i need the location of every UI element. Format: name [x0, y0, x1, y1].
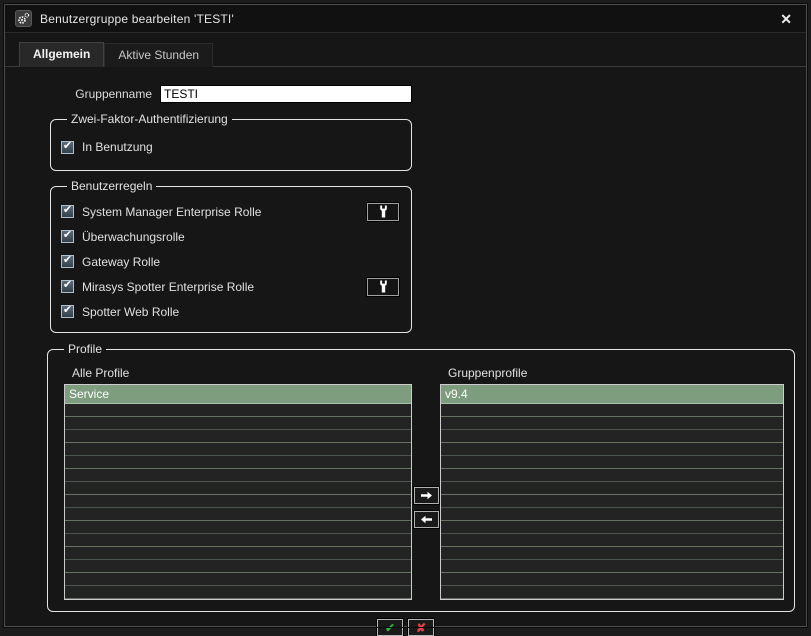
role-checkbox[interactable]: ✔ [61, 255, 74, 268]
role-row: ✔ Überwachungsrolle [61, 224, 401, 249]
in-use-row: ✔ In Benutzung [61, 132, 401, 162]
title-bar: Benutzergruppe bearbeiten 'TESTI' ✕ [5, 5, 806, 33]
arrow-right-icon [420, 491, 433, 500]
dialog-title: Benutzergruppe bearbeiten 'TESTI' [40, 12, 234, 26]
wrench-icon [379, 280, 388, 293]
tab-strip: Allgemein Aktive Stunden [5, 41, 806, 67]
role-row: ✔ System Manager Enterprise Rolle [61, 199, 401, 224]
profiles-body: Alle Profile Service [58, 362, 784, 600]
checkmark-icon: ✔ [63, 280, 72, 291]
cancel-button[interactable]: ✘ [408, 619, 434, 636]
role-label: Überwachungsrolle [82, 230, 185, 244]
edit-user-group-dialog: Benutzergruppe bearbeiten 'TESTI' ✕ Allg… [4, 4, 807, 627]
role-settings-button[interactable] [367, 203, 399, 221]
user-roles-legend: Benutzerregeln [67, 179, 156, 193]
group-name-label: Gruppenname [50, 87, 152, 101]
ok-check-icon: ✔ [385, 622, 395, 634]
role-label: Gateway Rolle [82, 255, 160, 269]
all-profiles-label: Alle Profile [64, 364, 412, 384]
role-row: ✔ Spotter Web Rolle [61, 299, 401, 324]
all-profiles-list[interactable]: Service [64, 384, 412, 600]
profiles-legend: Profile [64, 342, 106, 356]
role-checkbox[interactable]: ✔ [61, 280, 74, 293]
all-profiles-column: Alle Profile Service [64, 364, 412, 600]
checkmark-icon: ✔ [63, 255, 72, 266]
ok-button[interactable]: ✔ [377, 619, 403, 636]
two-factor-legend: Zwei-Faktor-Authentifizierung [67, 112, 232, 126]
role-row: ✔ Gateway Rolle [61, 249, 401, 274]
checkmark-icon: ✔ [63, 205, 72, 216]
group-name-row: Gruppenname [50, 85, 792, 103]
group-profiles-label: Gruppenprofile [440, 364, 784, 384]
group-profiles-list[interactable]: v9.4 [440, 384, 784, 600]
checkmark-icon: ✔ [63, 230, 72, 241]
in-use-label: In Benutzung [82, 140, 153, 154]
checkmark-icon: ✔ [63, 141, 72, 152]
role-checkbox[interactable]: ✔ [61, 305, 74, 318]
tab-aktive-stunden[interactable]: Aktive Stunden [104, 43, 213, 67]
list-item[interactable]: Service [65, 385, 411, 404]
two-factor-fieldset: Zwei-Faktor-Authentifizierung ✔ In Benut… [50, 112, 412, 171]
gears-icon [15, 10, 32, 27]
cancel-x-icon: ✘ [416, 622, 426, 634]
tab-content: Gruppenname Zwei-Faktor-Authentifizierun… [5, 67, 806, 636]
role-row: ✔ Mirasys Spotter Enterprise Rolle [61, 274, 401, 299]
role-label: Spotter Web Rolle [82, 305, 179, 319]
move-left-button[interactable] [414, 511, 439, 528]
role-checkbox[interactable]: ✔ [61, 205, 74, 218]
in-use-checkbox[interactable]: ✔ [61, 141, 74, 154]
list-item[interactable]: v9.4 [441, 385, 783, 404]
empty-list-rows [441, 404, 783, 600]
tab-allgemein[interactable]: Allgemein [19, 42, 104, 67]
wrench-icon [379, 205, 388, 218]
move-buttons [412, 364, 440, 600]
dialog-footer: ✔ ✘ [19, 619, 792, 636]
close-icon[interactable]: ✕ [776, 12, 796, 26]
group-profiles-column: Gruppenprofile v9.4 [440, 364, 784, 600]
group-name-input[interactable] [160, 85, 412, 103]
user-roles-fieldset: Benutzerregeln ✔ System Manager Enterpri… [50, 179, 412, 333]
role-label: Mirasys Spotter Enterprise Rolle [82, 280, 254, 294]
profiles-fieldset: Profile Alle Profile Service [47, 342, 795, 612]
move-right-button[interactable] [414, 487, 439, 504]
checkmark-icon: ✔ [63, 305, 72, 316]
role-settings-button[interactable] [367, 278, 399, 296]
empty-list-rows [65, 404, 411, 600]
role-checkbox[interactable]: ✔ [61, 230, 74, 243]
arrow-left-icon [420, 515, 433, 524]
role-label: System Manager Enterprise Rolle [82, 205, 261, 219]
